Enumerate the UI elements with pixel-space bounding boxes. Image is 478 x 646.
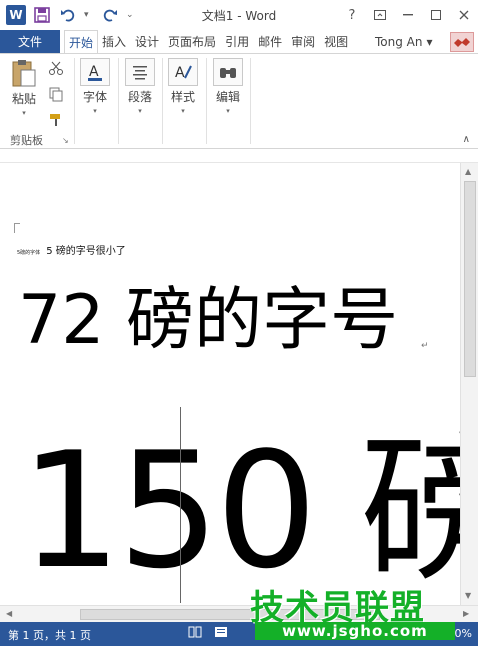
small-caption-text: 5 磅的字号很小了 — [46, 246, 126, 257]
page-margin-marker — [14, 223, 20, 233]
paragraph-label: 段落 — [127, 90, 152, 104]
styles-icon: A — [168, 58, 198, 86]
editing-button[interactable]: 编辑 ▾ — [213, 58, 243, 115]
avatar[interactable] — [450, 32, 474, 52]
view-buttons — [188, 626, 228, 641]
paragraph-dropdown-icon: ▾ — [138, 107, 142, 115]
ribbon-display-options-icon[interactable] — [366, 1, 394, 29]
clipboard-launcher-icon[interactable]: ↘ — [62, 136, 69, 145]
tab-references[interactable]: 引用 — [221, 30, 254, 53]
undo-dropdown-icon[interactable]: ▾ — [84, 10, 94, 20]
copy-icon[interactable] — [48, 86, 64, 106]
paragraph-mark-icon: ↵ — [421, 341, 429, 351]
styles-dropdown-icon: ▾ — [181, 107, 185, 115]
binoculars-icon — [213, 58, 243, 86]
quick-access-toolbar: W ▾ ⌄ — [6, 5, 136, 25]
ribbon-tabs: 开始 插入 设计 页面布局 引用 邮件 审阅 视图 — [64, 30, 353, 54]
font-icon: A — [80, 58, 110, 86]
tab-view[interactable]: 视图 — [320, 30, 353, 53]
five-point-text: 5磅的字体 — [17, 250, 41, 256]
scroll-up-icon[interactable]: ▲ — [465, 167, 471, 176]
clipboard-group-label: 剪贴板 — [10, 134, 43, 147]
tab-design[interactable]: 设计 — [131, 30, 164, 53]
paste-dropdown-icon[interactable]: ▾ — [22, 109, 26, 117]
editing-label: 编辑 — [215, 90, 240, 104]
ribbon-divider — [118, 58, 119, 144]
window-controls: ? — [338, 0, 478, 30]
font-dropdown-icon: ▾ — [93, 107, 97, 115]
styles-button[interactable]: A 样式 ▾ — [168, 58, 198, 115]
ribbon-divider — [206, 58, 207, 144]
customize-qat-icon[interactable]: ⌄ — [126, 10, 136, 20]
ribbon-home: 粘贴 ▾ 剪贴板 ↘ A 字体 ▾ 段落 ▾ A 样式 ▾ 编辑 ▾ ∧ — [0, 53, 478, 149]
tab-page-layout[interactable]: 页面布局 — [164, 30, 221, 53]
ribbon-divider — [250, 58, 251, 144]
user-name: Tong An — [375, 34, 423, 49]
page-count-status[interactable]: 第 1 页，共 1 页 — [8, 627, 91, 643]
seventy-two-point-text: 72 磅的字号 — [18, 281, 399, 360]
svg-text:A: A — [175, 65, 185, 81]
document-canvas[interactable]: 5磅的字体 5 磅的字号很小了 72 磅的字号 ↵ 150 磅 — [0, 163, 460, 605]
paste-label: 粘贴 — [11, 92, 36, 106]
tab-mailings[interactable]: 邮件 — [254, 30, 287, 53]
scroll-down-icon[interactable]: ▼ — [465, 591, 471, 600]
tab-home[interactable]: 开始 — [64, 30, 99, 54]
format-painter-icon[interactable] — [48, 112, 64, 132]
tab-insert[interactable]: 插入 — [98, 30, 131, 53]
vertical-scrollbar[interactable]: ▲ ▼ — [460, 163, 478, 605]
paste-icon — [10, 58, 38, 88]
word-app-icon[interactable]: W — [6, 5, 26, 25]
one-fifty-point-text: 150 磅 — [20, 417, 460, 604]
user-account[interactable]: Tong An ▾ — [375, 30, 433, 53]
minimize-icon[interactable] — [394, 1, 422, 29]
ribbon-tab-row: 文件 开始 插入 设计 页面布局 引用 邮件 审阅 视图 Tong An ▾ — [0, 30, 478, 54]
close-icon[interactable] — [450, 1, 478, 29]
scroll-right-icon[interactable]: ▶ — [463, 609, 469, 618]
tab-file[interactable]: 文件 — [0, 30, 60, 53]
watermark-url: www.jsgho.com — [255, 622, 455, 640]
vertical-scroll-thumb[interactable] — [464, 181, 476, 377]
paste-button[interactable]: 粘贴 ▾ — [10, 58, 38, 117]
user-dropdown-icon: ▾ — [426, 34, 433, 49]
ribbon-divider — [162, 58, 163, 144]
svg-text:A: A — [89, 64, 99, 80]
clipboard-small-tools — [48, 60, 64, 132]
ribbon-divider — [74, 58, 75, 144]
cut-icon[interactable] — [48, 60, 64, 80]
tab-review[interactable]: 审阅 — [287, 30, 320, 53]
read-mode-icon[interactable] — [188, 626, 202, 641]
maximize-icon[interactable] — [422, 1, 450, 29]
editing-dropdown-icon: ▾ — [226, 107, 230, 115]
paragraph-icon — [125, 58, 155, 86]
paragraph-button[interactable]: 段落 ▾ — [125, 58, 155, 115]
scroll-left-icon[interactable]: ◀ — [6, 609, 12, 618]
collapse-ribbon-icon[interactable]: ∧ — [463, 134, 470, 145]
undo-icon[interactable] — [58, 5, 78, 25]
small-text-line: 5磅的字体 5 磅的字号很小了 — [17, 242, 126, 257]
help-button[interactable]: ? — [338, 1, 366, 29]
redo-icon[interactable] — [100, 5, 120, 25]
print-layout-icon[interactable] — [214, 626, 228, 641]
save-icon[interactable] — [32, 5, 52, 25]
font-label: 字体 — [82, 90, 107, 104]
ruler-strip — [0, 149, 478, 163]
styles-label: 样式 — [170, 90, 195, 104]
font-button[interactable]: A 字体 ▾ — [80, 58, 110, 115]
title-bar: W ▾ ⌄ 文档1 - Word ? — [0, 0, 478, 30]
text-cursor — [180, 407, 181, 603]
